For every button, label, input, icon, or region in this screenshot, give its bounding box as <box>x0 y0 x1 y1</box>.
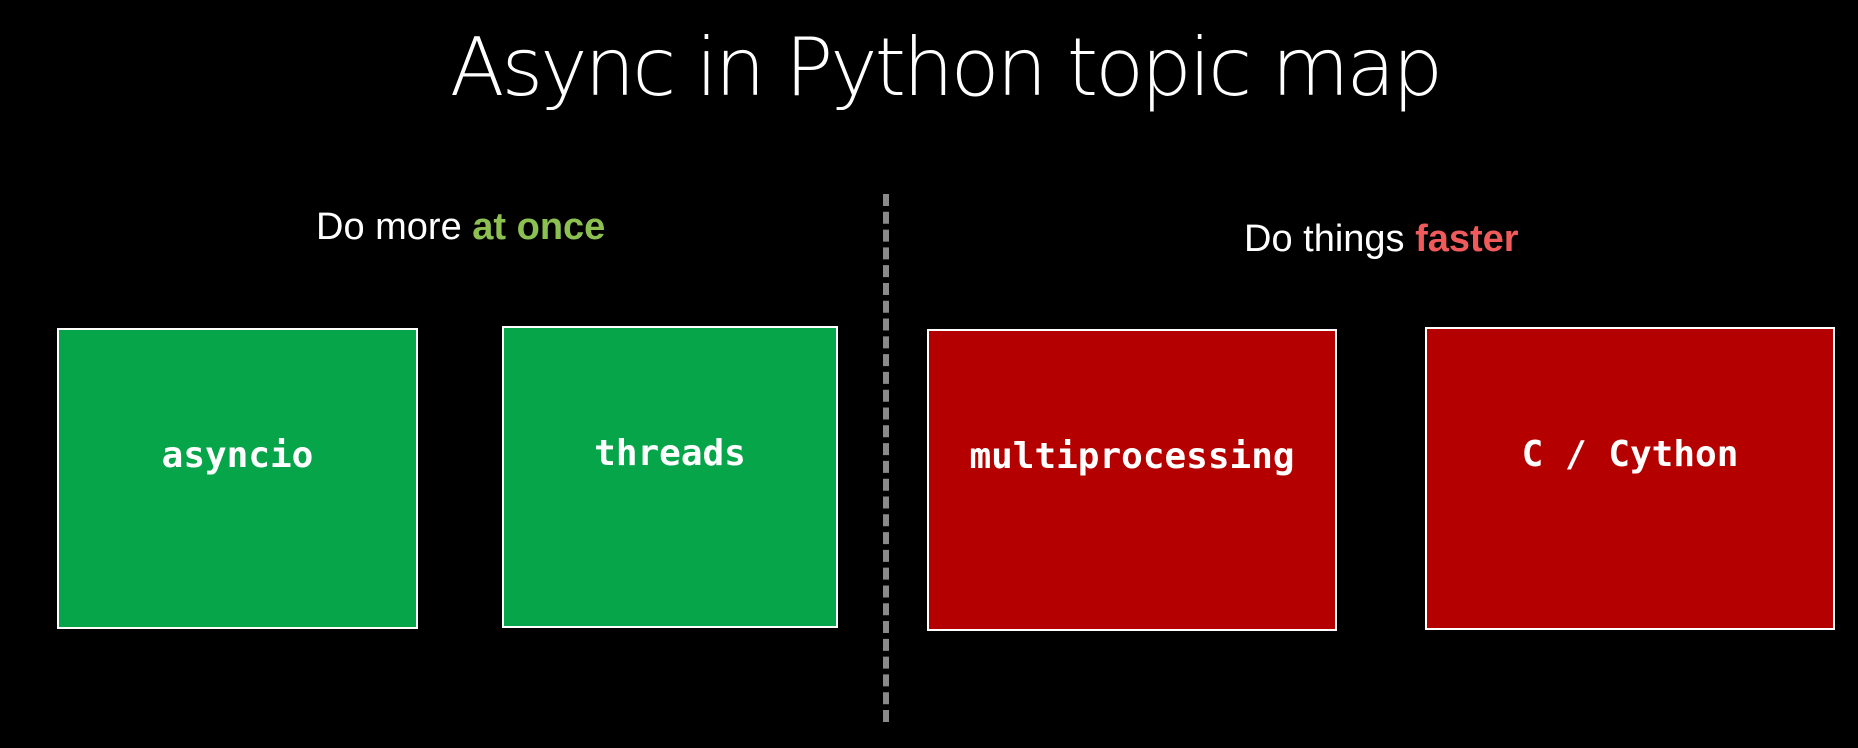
concurrency-heading: Do more at once <box>316 205 605 249</box>
asyncio-label: asyncio <box>161 435 314 476</box>
speed-heading-highlight: faster <box>1415 218 1519 260</box>
speed-heading: Do things faster <box>1244 217 1519 261</box>
cython-label: C / Cython <box>1521 434 1739 475</box>
section-divider <box>883 194 889 722</box>
speed-heading-prefix: Do things <box>1244 218 1416 260</box>
multiprocessing-box: multiprocessing <box>927 329 1337 631</box>
threads-box: threads <box>502 326 838 628</box>
page-title: Async in Python topic map <box>449 21 1443 114</box>
concurrency-heading-prefix: Do more <box>316 206 473 248</box>
concurrency-heading-highlight: at once <box>472 206 606 248</box>
threads-label: threads <box>594 433 746 474</box>
cython-box: C / Cython <box>1425 327 1835 630</box>
multiprocessing-label: multiprocessing <box>969 436 1295 477</box>
asyncio-box: asyncio <box>57 328 418 629</box>
